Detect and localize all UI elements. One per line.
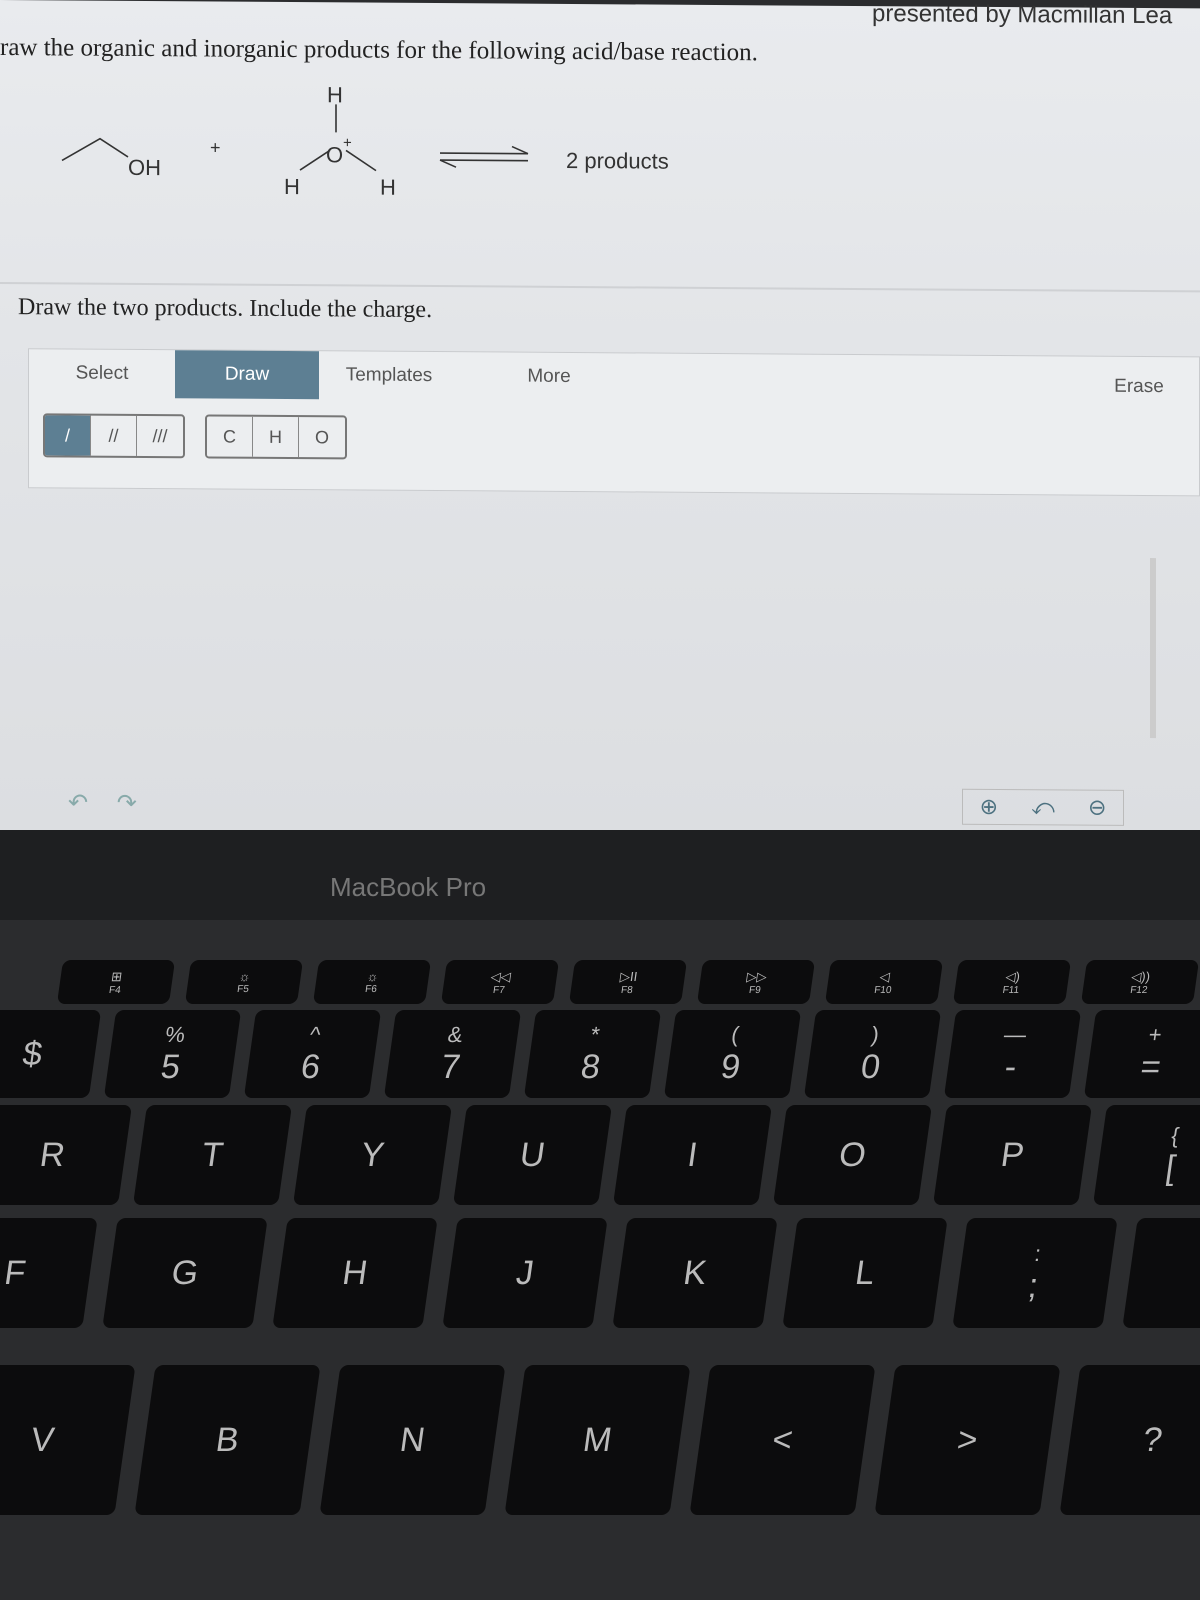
reaction-diagram xyxy=(61,104,529,172)
key-p[interactable]: P xyxy=(932,1105,1093,1205)
key-k[interactable]: K xyxy=(612,1218,778,1328)
key-n[interactable]: N xyxy=(319,1365,506,1515)
equilibrium-arrow-top xyxy=(440,152,528,155)
presenter-text: presented by Macmillan Lea xyxy=(872,0,1173,30)
key-l[interactable]: L xyxy=(782,1218,948,1328)
key-f4[interactable]: ⊞ F4 xyxy=(56,960,176,1004)
key-=[interactable]: + = xyxy=(1083,1010,1200,1098)
hydronium-o: O xyxy=(326,142,344,168)
propanol-skeleton xyxy=(61,137,129,162)
key->[interactable]: > xyxy=(874,1365,1061,1515)
key-[[interactable]: {[ xyxy=(1092,1105,1200,1205)
key-f[interactable]: F xyxy=(0,1218,98,1328)
key-f9[interactable]: ▷▷ F9 xyxy=(696,960,816,1004)
zoom-controls: ⊕ ⤺ ⊖ xyxy=(962,788,1124,826)
tab-templates[interactable]: Templates xyxy=(319,351,459,400)
atom-tools: C H O xyxy=(205,414,347,460)
zoom-out-icon[interactable]: ⊖ xyxy=(1088,795,1106,821)
key-j[interactable]: J xyxy=(442,1218,608,1328)
key-v[interactable]: V xyxy=(0,1365,136,1515)
key-y[interactable]: Y xyxy=(292,1105,453,1205)
laptop-bezel xyxy=(0,830,1200,920)
hydronium-h-left: H xyxy=(284,173,300,200)
bond-oh-right xyxy=(345,149,377,172)
hydronium-h-top: H xyxy=(327,82,343,108)
laptop-brand: MacBook Pro xyxy=(330,872,487,902)
key-f5[interactable]: ☼ F5 xyxy=(184,960,304,1004)
key-h[interactable]: H xyxy=(272,1218,438,1328)
key-9[interactable]: (9 xyxy=(663,1010,802,1098)
instruction: Draw the two products. Include the charg… xyxy=(18,294,433,324)
tab-select[interactable]: Select xyxy=(29,349,175,398)
tab-draw[interactable]: Draw xyxy=(175,350,319,400)
key-u[interactable]: U xyxy=(452,1105,613,1205)
hydroxyl-label: OH xyxy=(128,154,161,181)
single-bond-button[interactable]: / xyxy=(45,415,91,456)
undo-icon[interactable]: ↶ xyxy=(68,789,88,816)
key-'[interactable]: "' xyxy=(1122,1218,1200,1328)
key-f8[interactable]: ▷II F8 xyxy=(568,960,688,1004)
key-o[interactable]: O xyxy=(772,1105,933,1205)
plus-sign: + xyxy=(210,137,221,158)
atom-c-button[interactable]: C xyxy=(207,416,253,457)
tab-more[interactable]: More xyxy=(489,352,609,401)
hydronium-h-right: H xyxy=(380,174,396,200)
key-b[interactable]: B xyxy=(134,1365,321,1515)
scrollbar[interactable] xyxy=(1150,558,1156,739)
key-;[interactable]: :; xyxy=(952,1218,1118,1328)
key-f7[interactable]: ◁◁ F7 xyxy=(440,960,560,1004)
key-f10[interactable]: ◁ F10 xyxy=(824,960,944,1004)
key-7[interactable]: & 7 xyxy=(383,1010,522,1098)
key-6[interactable]: ^ 6 xyxy=(243,1010,382,1098)
key-m[interactable]: M xyxy=(504,1365,691,1515)
key-f12[interactable]: ◁)) F12 xyxy=(1080,960,1200,1004)
zoom-in-icon[interactable]: ⊕ xyxy=(980,794,998,820)
key-i[interactable]: I xyxy=(612,1105,773,1205)
redo-icon[interactable]: ↷ xyxy=(117,790,137,817)
erase-button[interactable]: Erase xyxy=(1089,363,1189,412)
key-0[interactable]: ) 0 xyxy=(803,1010,942,1098)
key-5[interactable]: % 5 xyxy=(103,1010,242,1098)
products-label: 2 products xyxy=(566,147,669,174)
question-prompt: raw the organic and inorganic products f… xyxy=(0,34,758,67)
triple-bond-button[interactable]: /// xyxy=(137,416,183,456)
key-8[interactable]: * 8 xyxy=(523,1010,662,1098)
key--[interactable]: — - xyxy=(943,1010,1082,1098)
key-t[interactable]: T xyxy=(132,1105,293,1205)
key-?[interactable]: ? xyxy=(1059,1365,1200,1515)
bond-tools: / // /// xyxy=(43,413,185,459)
drawing-canvas[interactable] xyxy=(28,490,1200,788)
reset-zoom-icon[interactable]: ⤺ xyxy=(1031,794,1055,820)
key-<[interactable]: < xyxy=(689,1365,876,1515)
key-f11[interactable]: ◁) F11 xyxy=(952,960,1072,1004)
atom-h-button[interactable]: H xyxy=(253,416,299,458)
charge-plus: + xyxy=(343,134,352,152)
key-$[interactable]: $ xyxy=(0,1010,102,1098)
atom-o-button[interactable]: O xyxy=(299,417,345,457)
double-bond-button[interactable]: // xyxy=(91,415,137,456)
equilibrium-arrow-bottom xyxy=(440,159,528,162)
divider xyxy=(0,282,1200,293)
key-r[interactable]: R xyxy=(0,1105,133,1205)
key-g[interactable]: G xyxy=(102,1218,268,1328)
key-f6[interactable]: ☼ F6 xyxy=(312,960,432,1004)
drawing-toolbar: Select Draw Templates More Erase / // //… xyxy=(28,348,1200,497)
screen: presented by Macmillan Lea raw the organ… xyxy=(0,0,1200,839)
